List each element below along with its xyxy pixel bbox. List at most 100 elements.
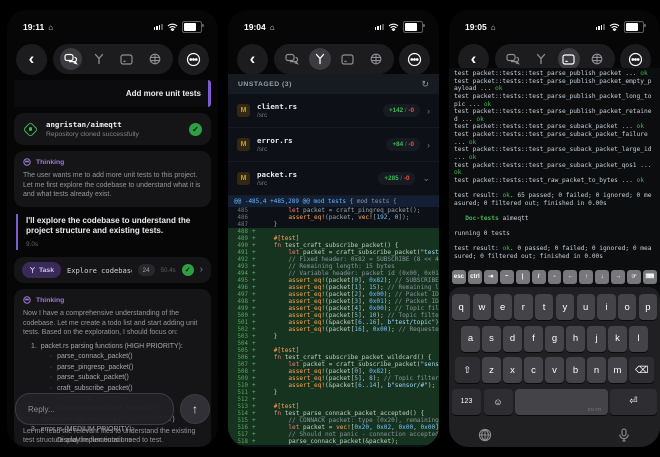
file-row[interactable]: Mclient.rs/src+142 / -0› xyxy=(228,94,439,128)
terminal-tab[interactable] xyxy=(337,48,359,70)
accessory-key[interactable]: | xyxy=(516,270,530,284)
diff-hunk-header: @@ -485,4 +485,289 @@ mod tests { mod te… xyxy=(228,196,439,207)
back-button[interactable]: ‹ xyxy=(237,44,268,75)
emoji-key[interactable]: ☺ xyxy=(484,389,513,415)
shift-key[interactable]: ⇧ xyxy=(455,357,480,383)
diff-line: 515+ // CONNACK packet: type (0x20), rem… xyxy=(228,417,439,424)
diff-line: 508+ assert_eq!(packet[0], 0x82); xyxy=(228,368,439,375)
browser-tab[interactable] xyxy=(365,48,387,70)
terminal-line: running 0 tests xyxy=(454,230,655,238)
line-number: 503 xyxy=(228,334,252,340)
letter-key[interactable]: w xyxy=(473,294,491,320)
letter-key[interactable]: r xyxy=(514,294,532,320)
accessory-key[interactable]: ctrl xyxy=(468,270,482,284)
terminal-line: test packet::tests::test_parse_publish_p… xyxy=(454,93,655,108)
letter-key[interactable]: j xyxy=(587,326,606,352)
accessory-key[interactable]: esc xyxy=(452,270,466,284)
back-button[interactable]: ‹ xyxy=(16,44,47,75)
browser-tab[interactable] xyxy=(586,48,608,70)
letter-key[interactable]: s xyxy=(482,326,501,352)
battery-icon xyxy=(182,21,202,33)
chevron-icon[interactable]: ⌄ xyxy=(422,173,430,184)
accessory-key[interactable]: ↑ xyxy=(579,270,593,284)
task-pill: Task xyxy=(22,262,61,278)
status-bar: 19:05⌂ xyxy=(449,10,660,37)
letter-key[interactable]: q xyxy=(452,294,470,320)
reply-input[interactable] xyxy=(15,393,174,425)
diff-line: 501+ assert_eq!(&packet[6..16], b"test/t… xyxy=(228,319,439,326)
letter-key[interactable]: z xyxy=(482,357,501,383)
chat-tab[interactable] xyxy=(502,48,524,70)
letter-key[interactable]: p xyxy=(639,294,657,320)
accessory-key[interactable]: ~ xyxy=(500,270,514,284)
diff-line: 485 let packet = craft_pingreq_packet(); xyxy=(228,207,439,214)
terminal-output[interactable]: test packet::tests::test_parse_publish_p… xyxy=(449,68,660,266)
accessory-key[interactable]: - xyxy=(548,270,562,284)
letter-key[interactable]: u xyxy=(577,294,595,320)
task-title: Explore codebase… xyxy=(67,266,132,275)
line-number: 501 xyxy=(228,320,252,326)
chevron-icon[interactable]: › xyxy=(427,106,430,116)
globe-key[interactable] xyxy=(474,424,496,446)
diff-line: 514+ fn test_parse_connack_packet_accept… xyxy=(228,410,439,417)
letter-key[interactable]: t xyxy=(535,294,553,320)
accessory-key[interactable]: → xyxy=(611,270,625,284)
line-number: 511 xyxy=(228,390,252,396)
letter-key[interactable]: o xyxy=(618,294,636,320)
chat-tab[interactable] xyxy=(281,48,303,70)
letter-key[interactable]: b xyxy=(566,357,585,383)
terminal-tab[interactable] xyxy=(558,48,580,70)
return-key[interactable]: ⏎ xyxy=(610,389,657,415)
branch-tab[interactable] xyxy=(530,48,552,70)
accessory-key[interactable]: ↓ xyxy=(595,270,609,284)
terminal-tab[interactable] xyxy=(116,48,138,70)
line-number: 505 xyxy=(228,348,252,354)
letter-key[interactable]: y xyxy=(556,294,574,320)
chevron-icon[interactable]: › xyxy=(427,140,430,150)
letter-key[interactable]: l xyxy=(629,326,648,352)
wifi-icon xyxy=(167,23,178,31)
letter-key[interactable]: g xyxy=(545,326,564,352)
language-hint: EN FR xyxy=(588,407,602,412)
task-row[interactable]: Task Explore codebase… 24 50.4s ✓ › xyxy=(14,257,211,283)
file-list: Mclient.rs/src+142 / -0›Merror.rs/src+84… xyxy=(228,94,439,196)
chat-tab[interactable] xyxy=(60,48,82,70)
branch-tab[interactable] xyxy=(88,48,110,70)
accessory-key[interactable]: ☞ xyxy=(627,270,641,284)
letter-key[interactable]: k xyxy=(608,326,627,352)
dictation-key[interactable] xyxy=(613,424,635,446)
more-button[interactable] xyxy=(178,44,209,75)
send-button[interactable]: ↑ xyxy=(180,394,210,424)
chat-scroll[interactable]: Add more unit tests angristan/aimeqtt Re… xyxy=(14,80,211,447)
space-key[interactable]: EN FR xyxy=(515,389,608,415)
chevron-right-icon[interactable]: › xyxy=(200,265,203,275)
letter-key[interactable]: h xyxy=(566,326,585,352)
letter-key[interactable]: f xyxy=(524,326,543,352)
home-icon: ⌂ xyxy=(48,23,53,32)
accessory-key[interactable]: ← xyxy=(563,270,577,284)
letter-key[interactable]: c xyxy=(524,357,543,383)
accessory-key[interactable]: ⌨ xyxy=(643,270,657,284)
letter-key[interactable]: a xyxy=(461,326,480,352)
letter-key[interactable]: i xyxy=(597,294,615,320)
letter-key[interactable]: d xyxy=(503,326,522,352)
letter-key[interactable]: x xyxy=(503,357,522,383)
branch-tab[interactable] xyxy=(309,48,331,70)
letter-key[interactable]: n xyxy=(587,357,606,383)
terminal-line: test packet::tests::test_parse_suback_pa… xyxy=(454,123,655,131)
letter-key[interactable]: m xyxy=(608,357,627,383)
terminal-line xyxy=(454,238,655,246)
letter-key[interactable]: e xyxy=(494,294,512,320)
letter-key[interactable]: v xyxy=(545,357,564,383)
refresh-icon[interactable]: ↻ xyxy=(421,79,429,90)
file-row[interactable]: Mpacket.rs/src+285 / -0⌄ xyxy=(228,162,439,196)
accessory-key[interactable]: / xyxy=(532,270,546,284)
file-row[interactable]: Merror.rs/src+84 / -0› xyxy=(228,128,439,162)
numbers-key[interactable]: 123 xyxy=(452,389,481,415)
accessory-key[interactable]: ⇥ xyxy=(484,270,498,284)
repo-card: angristan/aimeqtt Repository cloned succ… xyxy=(14,113,211,145)
backspace-key[interactable]: ⌫ xyxy=(629,357,654,383)
browser-tab[interactable] xyxy=(144,48,166,70)
diff-lines[interactable]: 485 let packet = craft_pingreq_packet();… xyxy=(228,207,439,447)
more-button[interactable] xyxy=(399,44,430,75)
